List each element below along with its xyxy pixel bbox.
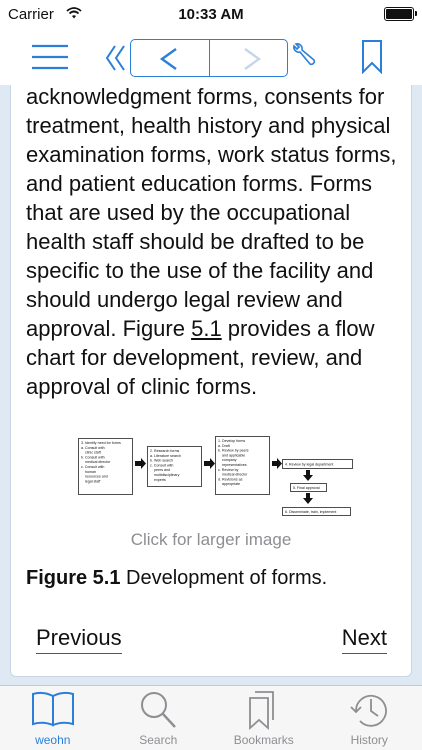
bookmark-icon[interactable] [361,40,383,74]
flowchart-line: multidisciplinary [154,473,180,477]
flowchart-line: medical director [222,473,248,477]
flowchart-line: experts [154,478,166,482]
reader-page: acknowledgment forms, consents for treat… [10,85,412,677]
forward-icon [243,48,261,70]
tab-label: weohn [35,733,71,747]
flowchart-line: d. Revisions as [218,477,243,481]
flowchart-line: company [222,458,237,462]
figure-link[interactable]: 5.1 [191,316,222,341]
tab-history[interactable]: History [317,686,422,750]
flowchart-line: a. Literature search [150,454,181,458]
back-icon [159,48,177,70]
wrench-icon[interactable] [290,41,318,71]
history-icon [350,694,388,727]
flowchart-line: b. Consult with [81,455,105,459]
flowchart-line: b. Review by peers [218,449,249,453]
reader-toolbar [0,30,422,85]
flowchart-line: c. Consult with [81,465,104,469]
tab-search[interactable]: Search [106,686,212,750]
status-bar: Carrier 10:33 AM [0,0,422,30]
flowchart-line: 3. Identify need for forms [81,441,121,445]
flowchart-line: medical director [85,460,111,464]
menu-icon[interactable] [32,44,68,70]
tab-label: Search [139,733,178,747]
flowchart-line: a. Draft [218,444,230,448]
previous-link[interactable]: Previous [36,625,122,654]
figure-enlarge-hint[interactable]: Click for larger image [11,530,411,550]
tab-label: Bookmarks [233,733,294,747]
flowchart-line: 2. Research forms [150,449,180,453]
flowchart-line: peers and [154,468,170,472]
next-link[interactable]: Next [341,625,387,654]
figure-caption: Figure 5.1 Development of forms. [26,567,406,590]
body-paragraph: acknowledgment forms, consents for treat… [26,85,406,401]
back-button[interactable] [131,40,210,76]
battery-icon [384,7,417,21]
flowchart-line: clinic staff [85,451,101,455]
caption-label: Figure 5.1 [26,567,121,589]
app-window: Carrier 10:33 AM acknowledgment forms, c… [0,0,422,750]
first-page-icon[interactable] [105,44,127,72]
page-navigation-control [130,39,288,77]
flowchart-line: resources and [85,475,108,479]
caption-text: Development of forms. [120,567,328,589]
flowchart-line: human [85,470,96,474]
flowchart-line: a. Consult with [81,446,105,450]
clock: 10:33 AM [178,6,244,23]
book-icon [31,691,74,727]
flowchart-line: c. Consult with [150,463,173,467]
flowchart-figure[interactable]: 3. Identify need for forms a. Consult wit… [78,435,356,521]
flowchart-line: appropriate [222,482,240,486]
flowchart-line: 1. Develop forms [218,439,245,443]
search-icon [141,692,177,728]
flowchart-line: b. Web search [150,459,173,463]
flowchart-box6-text: 6. Disseminate, train, implement [285,510,336,514]
tab-weohn[interactable]: weohn [0,686,106,750]
flowchart-box4-text: 4. Review by legal department [285,463,333,467]
tab-bookmarks[interactable]: Bookmarks [211,686,317,750]
flowchart-line: representatives [222,463,247,467]
bookmarks-icon [248,691,274,730]
paragraph-text: acknowledgment forms, consents for treat… [26,85,397,341]
flowchart-line: and applicable [222,453,245,457]
tab-bar: weohn Search Bookmarks History [0,685,422,750]
flowchart-box5-text: 5. Final approval [293,486,320,490]
flowchart-line: c. Review by [218,468,239,472]
forward-button[interactable] [210,40,288,76]
flowchart-line: legal staff [85,479,100,483]
tab-label: History [350,733,388,747]
